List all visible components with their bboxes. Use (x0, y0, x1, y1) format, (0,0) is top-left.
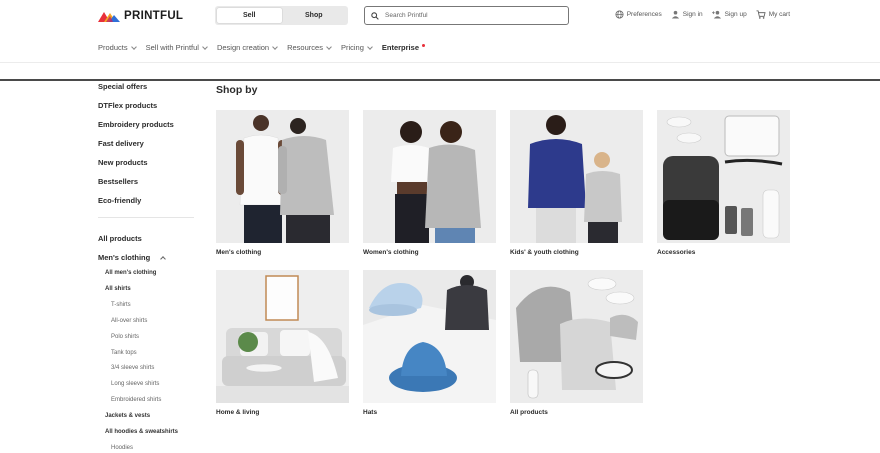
home-living-image[interactable] (216, 270, 349, 403)
cart-label: My cart (768, 11, 790, 18)
sidebar-polo-shirts[interactable]: Polo shirts (111, 334, 139, 340)
cart-link[interactable]: My cart (756, 10, 790, 19)
sidebar-mens-clothing[interactable]: Men's clothing (98, 253, 150, 262)
globe-icon (615, 10, 624, 19)
category-label[interactable]: Men's clothing (216, 249, 349, 256)
main-nav: Products Sell with Printful Design creat… (98, 43, 425, 52)
sidebar-three-quarter-sleeve[interactable]: 3/4 sleeve shirts (111, 365, 154, 371)
sign-up-label: Sign up (724, 11, 747, 18)
chevron-down-icon (202, 43, 208, 50)
search-input[interactable] (385, 12, 555, 19)
preferences-label: Preferences (626, 11, 662, 18)
sidebar-divider (98, 217, 194, 218)
sidebar-all-over-shirts[interactable]: All-over shirts (111, 318, 147, 324)
nav-resources[interactable]: Resources (287, 43, 332, 52)
category-card-all-products[interactable]: All products (510, 270, 643, 416)
user-icon (671, 10, 679, 19)
category-label[interactable]: Women's clothing (363, 249, 496, 256)
hats-image[interactable] (363, 270, 496, 403)
category-card-hats[interactable]: Hats (363, 270, 496, 416)
sidebar-new-products[interactable]: New products (98, 158, 148, 167)
sidebar-fast-delivery[interactable]: Fast delivery (98, 139, 144, 148)
nav-enterprise[interactable]: Enterprise (382, 43, 425, 52)
all-products-image[interactable] (510, 270, 643, 403)
section-divider (0, 79, 880, 81)
new-badge-dot (422, 44, 425, 47)
category-card-womens[interactable]: Women's clothing (363, 110, 496, 256)
chevron-down-icon (130, 43, 137, 50)
nav-design-creation[interactable]: Design creation (216, 43, 278, 52)
nav-sell-with-printful[interactable]: Sell with Printful (145, 43, 208, 52)
header-divider (0, 62, 880, 63)
nav-products-label: Products (98, 43, 128, 52)
category-card-accessories[interactable]: Accessories (657, 110, 790, 256)
logo-mark-icon (98, 11, 120, 22)
accessories-image[interactable] (657, 110, 790, 243)
sign-up-link[interactable]: Sign up (711, 10, 747, 19)
nav-resources-label: Resources (287, 43, 323, 52)
sidebar-all-hoodies[interactable]: All hoodies & sweatshirts (105, 429, 178, 435)
logo-text: PRINTFUL (124, 10, 184, 22)
utility-links: Preferences Sign in Sign up My cart (615, 10, 790, 19)
women-clothing-image[interactable] (363, 110, 496, 243)
nav-sell-label: Sell with Printful (145, 43, 199, 52)
nav-design-label: Design creation (216, 43, 270, 52)
category-label[interactable]: Kids' & youth clothing (510, 249, 643, 256)
sidebar-all-mens-clothing[interactable]: All men's clothing (105, 270, 156, 276)
sidebar-eco-friendly[interactable]: Eco-friendly (98, 196, 141, 205)
category-label[interactable]: Accessories (657, 249, 790, 256)
sidebar-bestsellers[interactable]: Bestsellers (98, 177, 138, 186)
category-label[interactable]: All products (510, 409, 643, 416)
sign-in-link[interactable]: Sign in (671, 10, 703, 19)
sidebar-all-shirts[interactable]: All shirts (105, 286, 131, 292)
sidebar-embroidered-shirts[interactable]: Embroidered shirts (111, 397, 161, 403)
nav-products[interactable]: Products (98, 43, 137, 52)
sell-shop-toggle[interactable]: Sell Shop (215, 6, 348, 25)
nav-pricing-label: Pricing (340, 43, 364, 52)
category-card-mens[interactable]: Men's clothing (216, 110, 349, 256)
chevron-down-icon (272, 43, 278, 50)
kids-clothing-image[interactable] (510, 110, 643, 243)
nav-pricing[interactable]: Pricing (340, 43, 373, 52)
add-user-icon (711, 10, 721, 19)
search-box[interactable] (364, 6, 569, 25)
category-label[interactable]: Hats (363, 409, 496, 416)
sidebar-jackets-vests[interactable]: Jackets & vests (105, 413, 150, 419)
category-label[interactable]: Home & living (216, 409, 349, 416)
category-card-home-living[interactable]: Home & living (216, 270, 349, 416)
sign-in-label: Sign in (682, 11, 703, 18)
chevron-down-icon (367, 43, 373, 50)
chevron-down-icon (326, 43, 332, 50)
top-bar: PRINTFUL Sell Shop Preferences Sign in (0, 0, 880, 32)
sidebar-all-products[interactable]: All products (98, 234, 142, 243)
men-clothing-image[interactable] (216, 110, 349, 243)
sidebar-embroidery-products[interactable]: Embroidery products (98, 120, 174, 129)
toggle-shop[interactable]: Shop (282, 8, 347, 23)
chevron-up-icon[interactable] (160, 256, 166, 262)
sidebar-special-offers[interactable]: Special offers (98, 82, 147, 91)
sidebar-t-shirts[interactable]: T-shirts (111, 302, 131, 308)
sidebar-hoodies[interactable]: Hoodies (111, 445, 133, 451)
category-card-kids[interactable]: Kids' & youth clothing (510, 110, 643, 256)
sidebar-long-sleeve-shirts[interactable]: Long sleeve shirts (111, 381, 159, 387)
nav-enterprise-label: Enterprise (381, 43, 419, 52)
sidebar-dtflex-products[interactable]: DTFlex products (98, 101, 157, 110)
page-title: Shop by (216, 84, 258, 96)
cart-icon (756, 10, 766, 19)
search-icon (371, 11, 379, 20)
sidebar-tank-tops[interactable]: Tank tops (111, 350, 137, 356)
preferences-link[interactable]: Preferences (615, 10, 662, 19)
printful-logo[interactable]: PRINTFUL (98, 9, 183, 23)
toggle-sell[interactable]: Sell (217, 8, 282, 23)
